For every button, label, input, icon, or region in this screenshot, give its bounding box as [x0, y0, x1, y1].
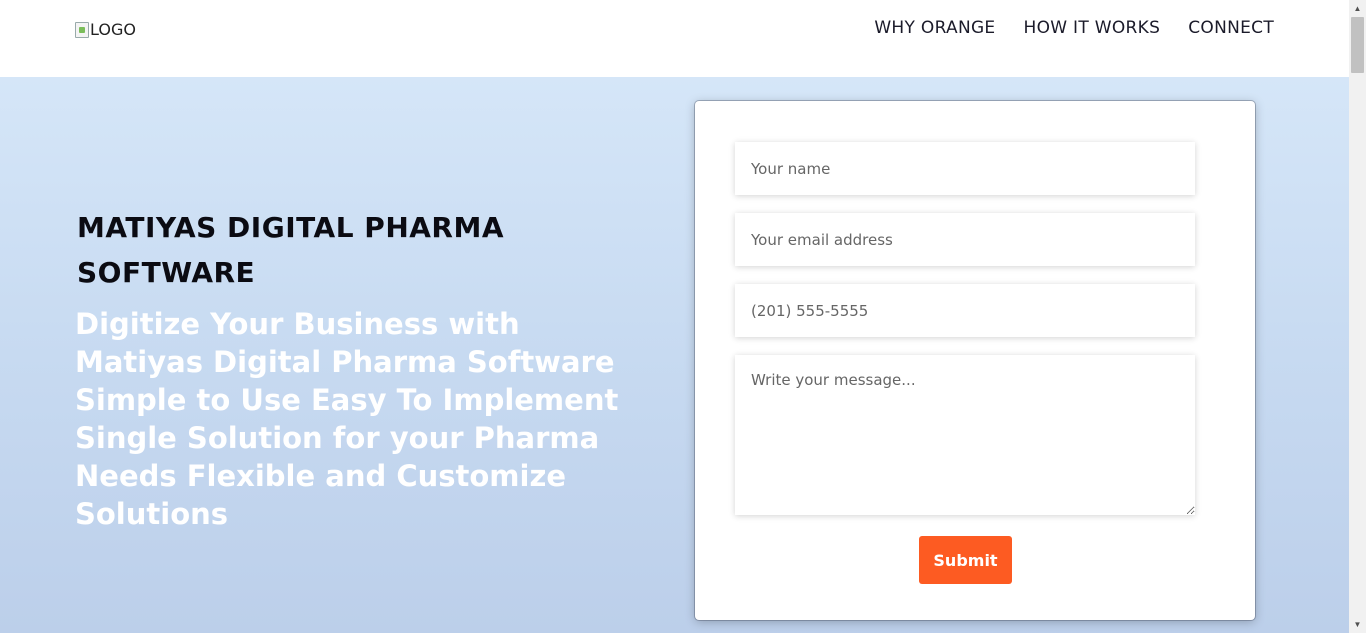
- page: LOGO WHY ORANGE HOW IT WORKS CONNECT MAT…: [0, 0, 1366, 633]
- nav-connect[interactable]: CONNECT: [1188, 18, 1274, 38]
- message-textarea[interactable]: [735, 355, 1195, 515]
- scroll-down-arrow-icon[interactable]: ▼: [1349, 616, 1366, 633]
- nav-why-orange[interactable]: WHY ORANGE: [874, 18, 995, 38]
- contact-form: Submit: [695, 101, 1255, 620]
- name-input[interactable]: [735, 142, 1195, 195]
- phone-input[interactable]: [735, 284, 1195, 337]
- site-header: LOGO WHY ORANGE HOW IT WORKS CONNECT: [0, 0, 1349, 77]
- vertical-scrollbar[interactable]: ▲ ▼: [1349, 0, 1366, 633]
- logo-alt-text: LOGO: [90, 20, 136, 39]
- hero-subtitle: Digitize Your Business with Matiyas Digi…: [75, 307, 619, 531]
- submit-button[interactable]: Submit: [919, 536, 1012, 584]
- logo[interactable]: LOGO: [75, 20, 136, 39]
- broken-image-icon: [75, 21, 89, 38]
- hero-section: MATIYAS DIGITAL PHARMA SOFTWARE Digitize…: [0, 77, 1349, 633]
- scroll-up-arrow-icon[interactable]: ▲: [1349, 0, 1366, 17]
- main-nav: WHY ORANGE HOW IT WORKS CONNECT: [874, 18, 1274, 38]
- email-input[interactable]: [735, 213, 1195, 266]
- nav-how-it-works[interactable]: HOW IT WORKS: [1023, 18, 1160, 38]
- scroll-thumb[interactable]: [1351, 17, 1364, 73]
- hero-title: MATIYAS DIGITAL PHARMA SOFTWARE: [77, 211, 505, 289]
